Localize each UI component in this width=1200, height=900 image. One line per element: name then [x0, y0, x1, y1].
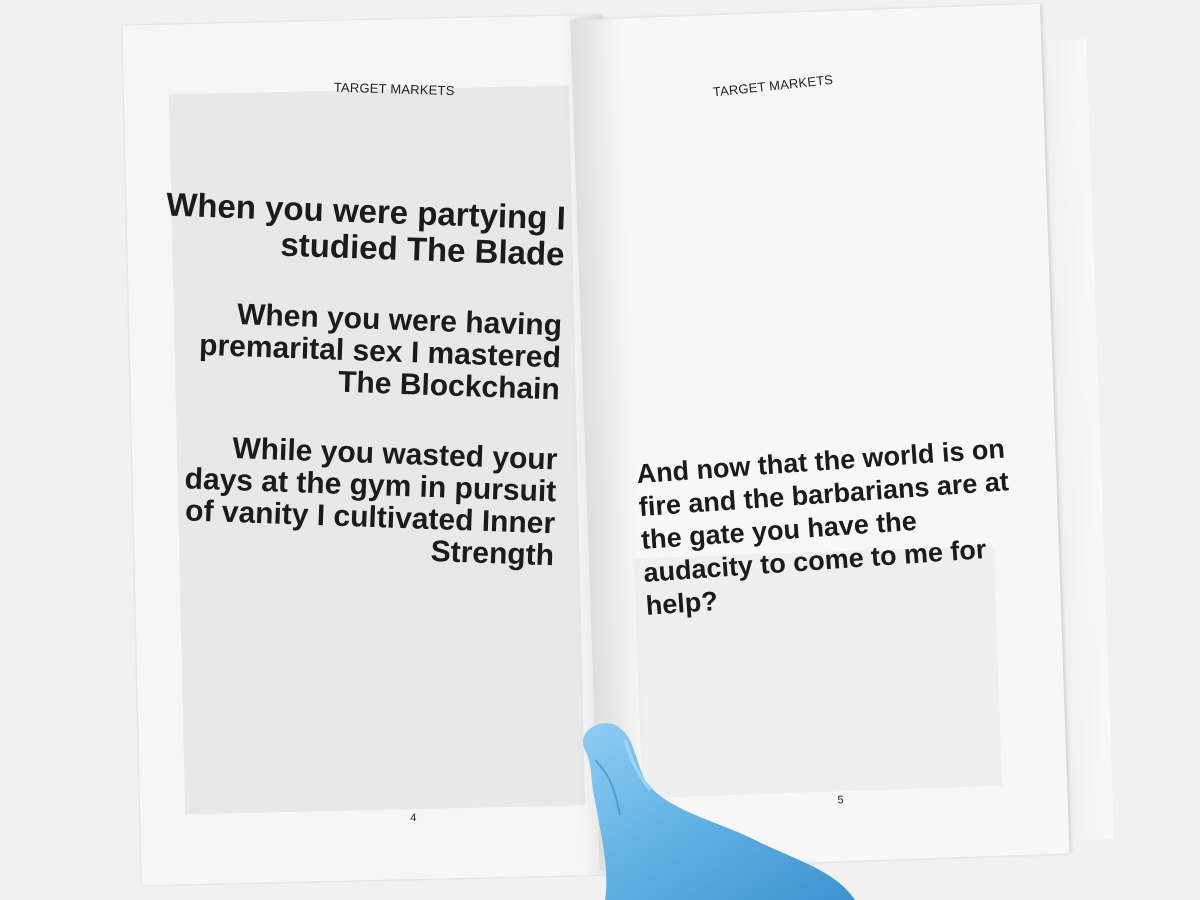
left-page-text: When you were partying I studied The Bla… — [152, 185, 567, 611]
photo-scene: TARGET MARKETS When you were partying I … — [0, 0, 1200, 900]
stanza-2: When you were having premarital sex I ma… — [198, 298, 563, 407]
left-page: TARGET MARKETS When you were partying I … — [122, 14, 622, 886]
right-page-text: And now that the world is on fire and th… — [635, 433, 1010, 621]
left-page-number: 4 — [410, 812, 417, 825]
right-page-header: TARGET MARKETS — [712, 71, 834, 100]
stanza-1: When you were partying I studied The Bla… — [165, 185, 567, 273]
blue-glove-hand — [583, 723, 855, 900]
stanza-3: While you wasted your days at the gym in… — [184, 432, 558, 573]
